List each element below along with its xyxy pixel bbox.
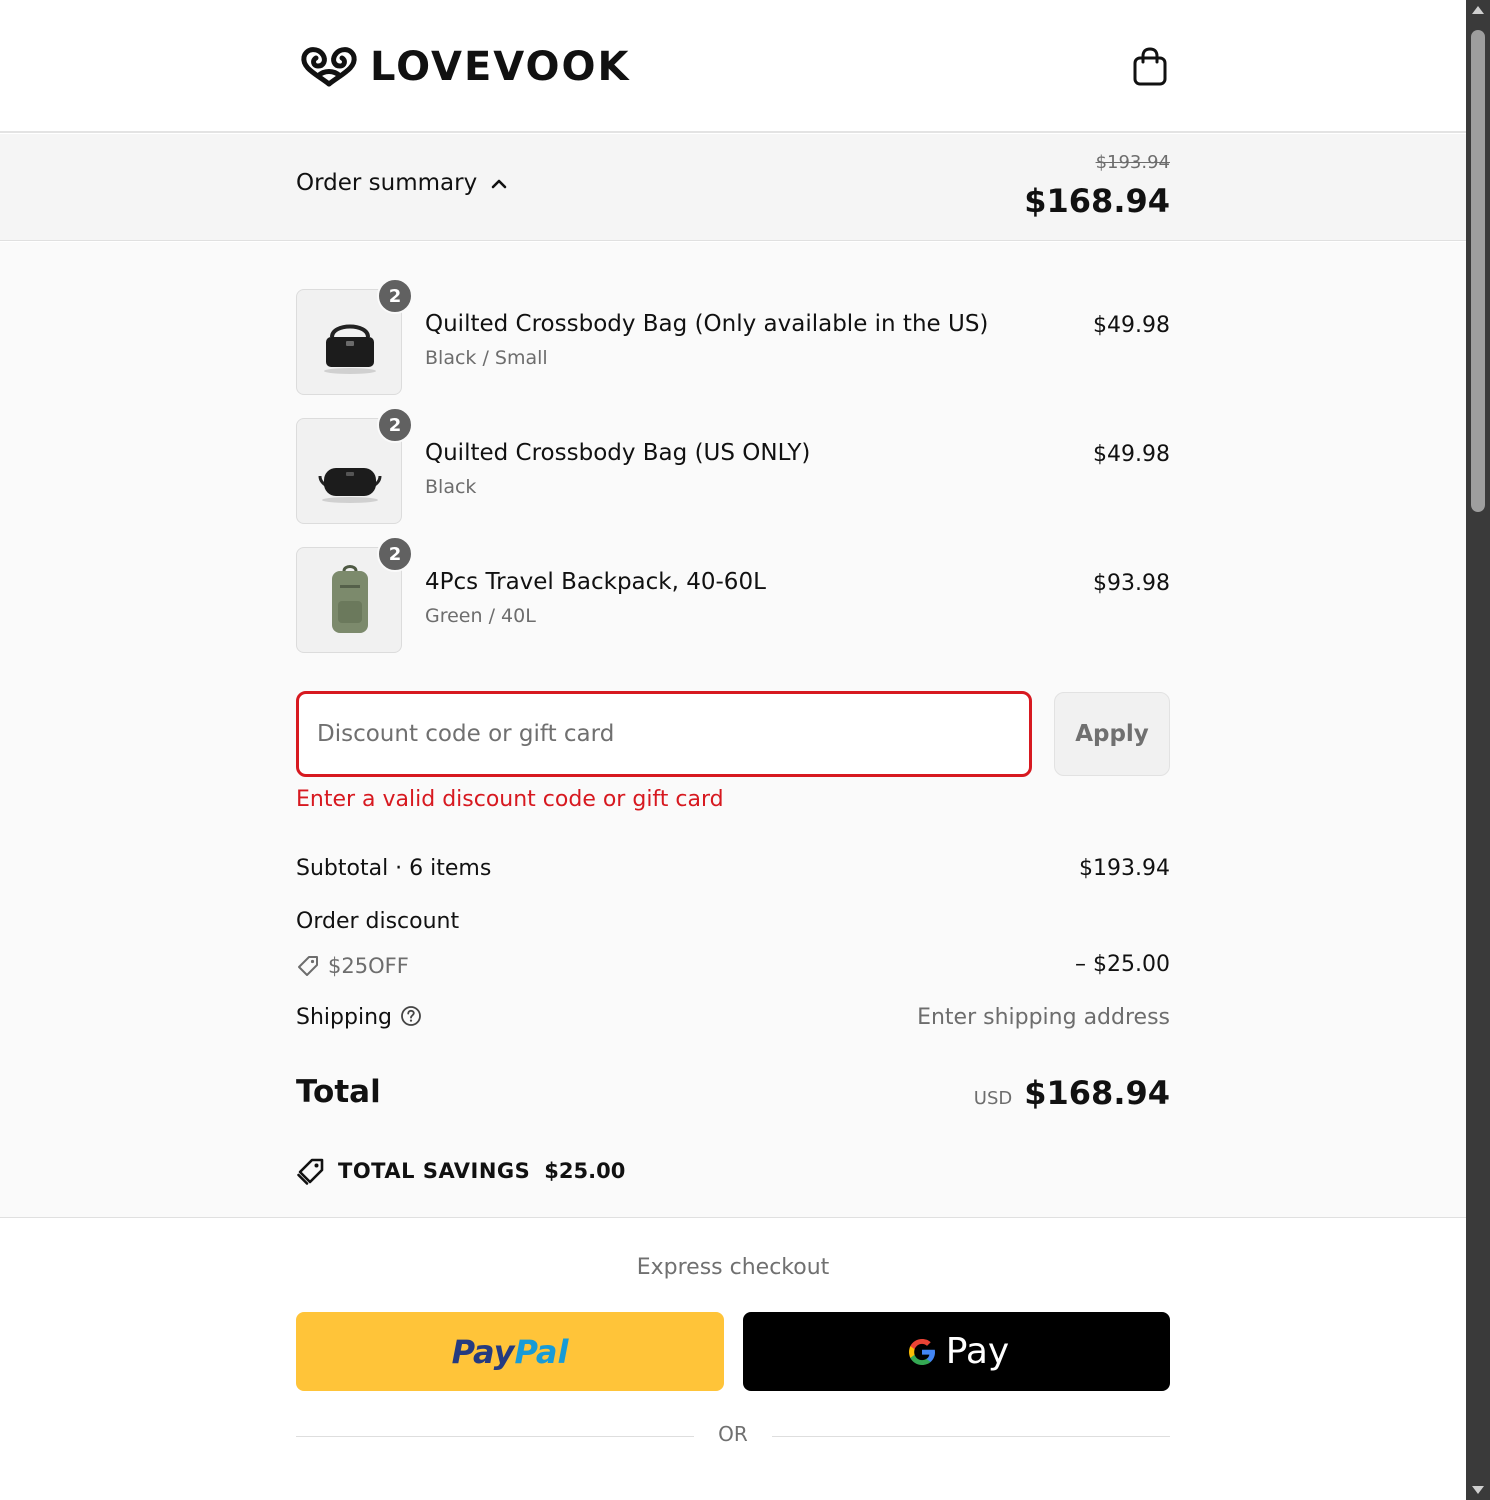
order-summary-panel: 2 Quilted Crossbody Bag (Only available … (0, 242, 1466, 1218)
tag-icon (298, 956, 318, 976)
apply-discount-button[interactable]: Apply (1054, 692, 1170, 776)
original-total: $193.94 (1095, 152, 1170, 173)
total-amount: USD $168.94 (974, 1074, 1170, 1112)
total-label: Total (296, 1074, 381, 1110)
google-g-icon (908, 1338, 935, 1365)
savings-value: $25.00 (544, 1159, 626, 1183)
item-price: $49.98 (1093, 313, 1170, 338)
order-summary-toggle[interactable]: Order summary (296, 170, 507, 196)
quantity-badge: 2 (377, 278, 413, 314)
discount-code-tag: $25OFF (296, 954, 409, 978)
total-savings: TOTAL SAVINGS $25.00 (296, 1156, 625, 1186)
line-item: 2 Quilted Crossbody Bag (Only available … (296, 278, 1170, 395)
vertical-scrollbar[interactable] (1466, 0, 1490, 1500)
item-name: Quilted Crossbody Bag (Only available in… (425, 311, 989, 337)
help-circle-icon[interactable] (400, 1005, 422, 1027)
shipping-value: Enter shipping address (917, 1005, 1170, 1030)
product-thumbnail: 2 (296, 407, 413, 524)
discount-code-text: $25OFF (328, 954, 409, 978)
paypal-logo: PayPal (451, 1332, 569, 1371)
order-discount-label: Order discount (296, 909, 460, 934)
item-variant: Green / 40L (425, 605, 536, 627)
express-checkout-title: Express checkout (636, 1255, 830, 1280)
brand-logo[interactable]: LOVEVOOK (298, 42, 631, 92)
scroll-up-arrow-icon[interactable] (1472, 6, 1484, 14)
discount-value: – $25.00 (1075, 952, 1170, 977)
brand-name: LOVEVOOK (370, 44, 631, 90)
savings-tag-icon (297, 1158, 324, 1185)
or-label: OR (718, 1422, 748, 1446)
quantity-badge: 2 (377, 407, 413, 443)
divider-line (772, 1436, 1170, 1437)
subtotal-value: $193.94 (1079, 856, 1170, 881)
item-name: 4Pcs Travel Backpack, 40-60L (425, 569, 766, 595)
google-pay-button[interactable]: Pay (743, 1312, 1170, 1391)
chevron-up-icon (491, 179, 507, 189)
scrollbar-thumb[interactable] (1471, 30, 1485, 512)
paypal-button[interactable]: PayPal (296, 1312, 724, 1391)
item-price: $49.98 (1093, 442, 1170, 467)
item-price: $93.98 (1093, 571, 1170, 596)
shopping-bag-icon[interactable] (1130, 46, 1170, 88)
shipping-label-row: Shipping (296, 1005, 422, 1030)
savings-label: TOTAL SAVINGS (338, 1159, 531, 1183)
green-backpack (332, 565, 368, 633)
product-thumbnail: 2 (296, 536, 413, 653)
checkout-page: LOVEVOOK Order summary $193.94 $168.94 2… (0, 0, 1466, 1500)
site-header: LOVEVOOK (0, 0, 1466, 133)
google-pay-label: Pay (945, 1331, 1010, 1372)
shipping-label: Shipping (296, 1005, 392, 1030)
quantity-badge: 2 (377, 536, 413, 572)
item-variant: Black / Small (425, 347, 548, 369)
logo-heart-icon (301, 47, 357, 87)
line-item: 2 4Pcs Travel Backpack, 40-60L Green / 4… (296, 536, 1170, 653)
item-name: Quilted Crossbody Bag (US ONLY) (425, 440, 811, 466)
product-thumbnail: 2 (296, 278, 413, 395)
scroll-down-arrow-icon[interactable] (1472, 1486, 1484, 1494)
item-variant: Black (425, 476, 477, 498)
summary-total: $168.94 (1024, 182, 1170, 220)
order-summary-bar: Order summary $193.94 $168.94 (0, 134, 1466, 241)
line-item: 2 Quilted Crossbody Bag (US ONLY) Black … (296, 407, 1170, 524)
total-value: $168.94 (1024, 1074, 1170, 1112)
subtotal-label: Subtotal · 6 items (296, 856, 492, 881)
discount-error-message: Enter a valid discount code or gift card (296, 787, 724, 812)
order-summary-label: Order summary (296, 170, 478, 196)
or-divider: OR (296, 1420, 1170, 1450)
black-crossbody-bag (318, 468, 382, 503)
total-currency: USD (973, 1088, 1013, 1109)
black-crossbody-bag-small (324, 324, 376, 374)
discount-code-input[interactable] (296, 691, 1032, 777)
